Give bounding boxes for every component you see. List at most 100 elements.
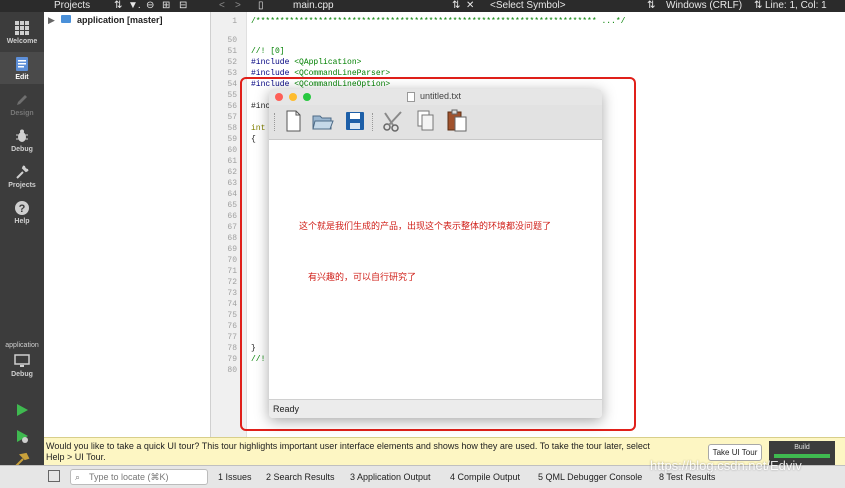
line-number: 52 <box>227 58 237 67</box>
mode-label: Projects <box>8 182 36 189</box>
mode-label: Help <box>14 218 30 225</box>
open-document-selector[interactable]: main.cpp <box>293 0 334 12</box>
tree-root-label: application [master] <box>76 15 163 25</box>
status-text: Ready <box>273 404 300 414</box>
locator-placeholder: Type to locate (⌘K) <box>89 472 169 482</box>
line-number: 55 <box>227 91 237 100</box>
top-bar: Projects ⇅ ▼. ⊖ ⊞ ⊟ < > ▯ main.cpp ⇅ ✕ <… <box>0 0 845 12</box>
tree-root-item[interactable]: ▶ application [master] <box>48 15 162 26</box>
line-number: 59 <box>227 135 237 144</box>
close-document-icon[interactable]: ✕ <box>466 0 474 12</box>
line-number: 76 <box>227 322 237 331</box>
line-endings-selector[interactable]: Windows (CRLF) <box>666 0 742 12</box>
symbol-selector[interactable]: <Select Symbol> <box>490 0 566 12</box>
toolbar-separator <box>372 113 375 131</box>
toggle-sidebar-icon[interactable] <box>48 470 60 482</box>
document-selector-arrows-icon[interactable]: ⇅ <box>452 0 460 12</box>
mode-design[interactable]: Design <box>0 92 44 117</box>
pencil-icon <box>17 95 27 105</box>
toolbar-handle[interactable] <box>274 113 277 131</box>
svg-text:?: ? <box>19 203 26 215</box>
question-icon: ? <box>15 201 29 215</box>
pane-issues[interactable]: 1 Issues <box>218 466 252 488</box>
save-icon[interactable] <box>343 109 367 133</box>
mode-projects[interactable]: Projects <box>0 164 44 189</box>
split-icon[interactable]: ⊞ <box>162 0 170 12</box>
line-number: 69 <box>227 245 237 254</box>
line-number: 56 <box>227 102 237 111</box>
line-number: 79 <box>227 355 237 364</box>
edit-document-icon <box>16 57 28 71</box>
mode-edit[interactable]: Edit <box>0 52 44 84</box>
cursor-position[interactable]: Line: 1, Col: 1 <box>765 0 827 12</box>
close-sidebar-icon[interactable]: ⊟ <box>179 0 187 12</box>
open-folder-icon[interactable] <box>311 109 335 133</box>
line-number: 67 <box>227 223 237 232</box>
projects-selector-arrows-icon[interactable]: ⇅ <box>114 0 122 12</box>
app-window: untitled.txt Ready <box>269 89 602 418</box>
debug-run-icon <box>17 430 28 443</box>
locator-input[interactable]: ⌕ Type to locate (⌘K) <box>70 469 208 485</box>
new-file-icon[interactable] <box>281 109 305 133</box>
minimize-window-icon[interactable] <box>289 93 297 101</box>
bug-icon <box>16 129 28 142</box>
line-number: 66 <box>227 212 237 221</box>
monitor-icon <box>14 354 30 367</box>
link-icon[interactable]: ⊖ <box>146 0 154 12</box>
line-number: 1 <box>232 17 237 26</box>
line-number: 61 <box>227 157 237 166</box>
mode-help[interactable]: ? Help <box>0 200 44 225</box>
copy-icon[interactable] <box>413 109 437 133</box>
line-number: 60 <box>227 146 237 155</box>
watermark: https://blog.csdn.net/Edviv <box>650 458 802 473</box>
run-icon <box>17 404 28 416</box>
line-number: 53 <box>227 69 237 78</box>
pane-application-output[interactable]: 3 Application Output <box>350 466 431 488</box>
line-number: 62 <box>227 168 237 177</box>
line-number: 58 <box>227 124 237 133</box>
code-line[interactable]: //! [0] <box>251 46 285 57</box>
tour-message-line2: Help > UI Tour. <box>46 452 106 462</box>
kit-mode-label: Debug <box>11 371 33 378</box>
code-line[interactable]: #include <QApplication> <box>251 57 361 68</box>
code-line[interactable]: /***************************************… <box>251 16 625 27</box>
mode-label: Debug <box>11 146 33 153</box>
app-toolbar <box>269 105 602 140</box>
window-titlebar[interactable]: untitled.txt <box>269 89 602 105</box>
close-window-icon[interactable] <box>275 93 283 101</box>
mode-bar: Welcome Edit Design Debug Projects ? Hel… <box>0 12 44 467</box>
annotation-note: 这个就是我们生成的产品，出现这个表示整体的环境都没问题了 <box>299 221 552 231</box>
mode-label: Welcome <box>6 38 38 45</box>
expand-arrow-icon[interactable]: ▶ <box>48 15 55 25</box>
tour-message: Would you like to take a quick UI tour? … <box>46 441 650 451</box>
projects-selector[interactable]: Projects <box>54 0 90 12</box>
mode-welcome[interactable]: Welcome <box>0 20 44 45</box>
paste-icon[interactable] <box>445 109 469 133</box>
debug-run-button[interactable] <box>0 428 44 446</box>
pane-compile-output[interactable]: 4 Compile Output <box>450 466 520 488</box>
status-bar: Ready <box>269 399 602 418</box>
line-number: 63 <box>227 179 237 188</box>
annotation-note: 有兴趣的，可以自行研究了 <box>308 272 417 282</box>
symbol-selector-arrows-icon[interactable]: ⇅ <box>647 0 655 12</box>
line-number: 50 <box>227 36 237 45</box>
kit-project-label: application <box>5 342 39 349</box>
pane-qml-debugger-console[interactable]: 5 QML Debugger Console <box>538 466 642 488</box>
line-number: 54 <box>227 80 237 89</box>
run-button[interactable] <box>0 402 44 420</box>
zoom-window-icon[interactable] <box>303 93 311 101</box>
pane-search-results[interactable]: 2 Search Results <box>266 466 335 488</box>
wrench-icon <box>16 165 29 179</box>
line-number: 57 <box>227 113 237 122</box>
line-number: 51 <box>227 47 237 56</box>
kit-selector[interactable]: application Debug <box>0 342 44 378</box>
filter-icon[interactable]: ▼. <box>128 0 141 12</box>
line-endings-arrows-icon[interactable]: ⇅ <box>754 0 762 12</box>
line-number: 80 <box>227 366 237 375</box>
line-number: 68 <box>227 234 237 243</box>
window-title: untitled.txt <box>420 91 462 101</box>
mode-debug[interactable]: Debug <box>0 128 44 153</box>
back-icon[interactable]: < <box>219 0 225 12</box>
cut-icon[interactable] <box>381 109 405 133</box>
forward-icon[interactable]: > <box>235 0 241 12</box>
